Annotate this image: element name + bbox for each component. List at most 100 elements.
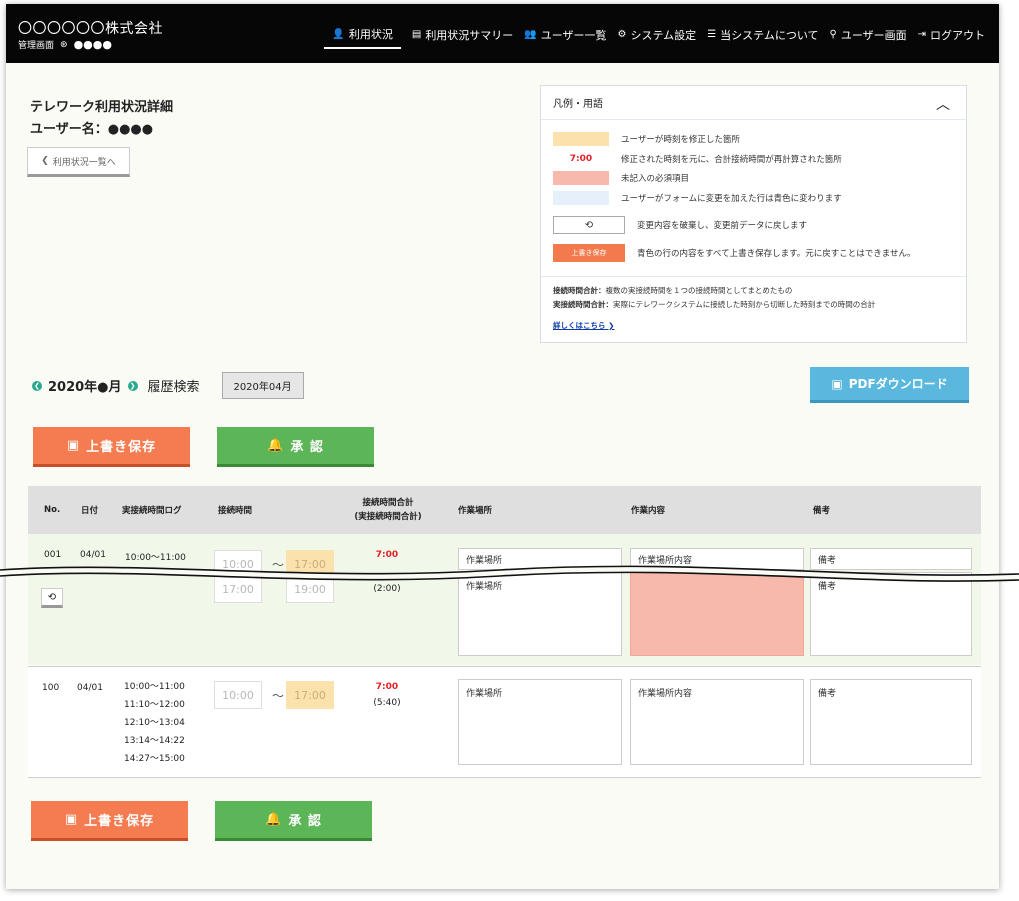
nav-logout-label: ログアウト <box>930 28 985 42</box>
chevron-up-icon[interactable]: ︿ <box>936 94 950 114</box>
user-circle-icon: ⊛ <box>60 39 68 50</box>
current-month: 2020年●月 <box>48 380 122 395</box>
place-input[interactable]: 作業場所 <box>458 572 622 656</box>
blue-swatch <box>553 191 609 205</box>
company-name: 〇〇〇〇〇〇株式会社 <box>18 21 163 37</box>
back-to-list-button[interactable]: ❮ 利用状況一覧へ <box>27 147 130 177</box>
usage-table: No. 日付 実接続時間ログ 接続時間 接続時間合計 (実接続時間合計) 作業場… <box>28 486 981 779</box>
yellow-swatch <box>553 132 609 146</box>
current-user: ●●●● <box>73 38 112 51</box>
nav-user-screen-label: ユーザー画面 <box>840 28 907 42</box>
nav-about-label: 当システムについて <box>720 28 819 42</box>
row-no: 001 <box>44 550 62 560</box>
main-nav: 👤 利用状況 ▤ 利用状況サマリー 👥 ユーザー一覧 ⚙ システム設定 ☰ 当システムにつ… <box>324 26 985 49</box>
pdf-download-button[interactable]: ▣ PDFダウンロード <box>810 367 969 403</box>
start-time-input-2[interactable]: 17:00 <box>214 575 262 603</box>
save-button-top[interactable]: ▣ 上書き保存 <box>33 427 190 467</box>
red-swatch <box>553 171 609 185</box>
undo-icon: ⟲ <box>553 216 625 234</box>
top-navbar: 〇〇〇〇〇〇株式会社 管理画面 ⊛ ●●●● 👤 利用状況 ▤ 利用状況サマリー 👥… <box>6 4 999 63</box>
table-row: 100 04/01 10:00〜11:00 11:10〜12:00 12:10〜… <box>28 666 981 778</box>
calendar-icon: ▤ <box>411 29 422 40</box>
user-name-line: ユーザー名：●●●● <box>30 122 154 137</box>
note-input[interactable]: 備考 <box>810 679 972 765</box>
month-select[interactable]: 2020年04月 <box>221 372 304 399</box>
nav-logout[interactable]: ⇥ ログアウト <box>918 26 985 49</box>
approve-label: 承 認 <box>288 814 322 829</box>
row-date: 04/01 <box>77 683 103 693</box>
legend-note-real-total: 実接続時間合計：実際にテレワークシステムに接続した時刻から切断した時刻までの時間… <box>553 299 875 310</box>
approve-button-top[interactable]: 🔔 承 認 <box>217 427 374 467</box>
legend-header[interactable]: 凡例・用語 ︿ <box>541 86 966 120</box>
save-icon: ▣ <box>66 438 81 453</box>
nav-about[interactable]: ☰ 当システムについて <box>707 26 818 49</box>
legend-item-modified: ユーザーが時刻を修正した箇所 <box>553 132 740 146</box>
approve-button-bottom[interactable]: 🔔 承 認 <box>215 801 372 841</box>
log-entry: 10:00〜11:00 <box>124 682 185 692</box>
real-total-value: (5:40) <box>373 698 401 708</box>
user-chart-icon: 👤 <box>332 28 345 40</box>
table-row: 001 04/01 10:00〜11:00 10:00 〜 17:00 17:0… <box>28 534 981 665</box>
nav-user-screen[interactable]: ⚲ ユーザー画面 <box>830 26 907 49</box>
content-input[interactable]: 作業場所内容 <box>630 548 804 570</box>
back-label: 利用状況一覧へ <box>52 157 116 168</box>
end-time-input[interactable]: 17:00 <box>286 681 334 709</box>
legend-text: ユーザーが時刻を修正した箇所 <box>621 135 740 145</box>
red-time-swatch: 7:00 <box>569 154 593 164</box>
note-input[interactable]: 備考 <box>810 572 972 656</box>
start-time-input[interactable]: 10:00 <box>214 681 262 709</box>
total-time: 7:00 (5:40) <box>357 679 417 711</box>
content-input-required[interactable] <box>630 572 804 656</box>
gear-icon: ⚙ <box>617 29 627 40</box>
log-entry: 13:14〜14:22 <box>124 736 185 746</box>
pdf-label: PDFダウンロード <box>848 377 948 391</box>
nav-users-label: ユーザー一覧 <box>540 28 607 42</box>
history-search-label: 履歴検索 <box>147 380 200 395</box>
nav-settings-label: システム設定 <box>630 28 697 42</box>
note-text: 実際にテレワークシステムに接続した時刻から切断した時刻までの時間の合計 <box>613 300 876 309</box>
content-input[interactable]: 作業場所内容 <box>630 679 804 765</box>
legend-text: 青色の行の内容をすべて上書き保存します。元に戻すことはできません。 <box>637 249 916 259</box>
undo-icon[interactable]: ⟲ <box>41 588 63 608</box>
th-no: No. <box>44 505 61 515</box>
log-entry: 11:10〜12:00 <box>124 700 185 710</box>
details-link[interactable]: 詳しくはこちら ❯ <box>553 320 614 331</box>
place-input[interactable]: 作業場所 <box>458 679 622 765</box>
legend-text: 未記入の必須項目 <box>621 174 690 184</box>
nav-settings[interactable]: ⚙ システム設定 <box>618 26 697 49</box>
bell-icon: 🔔 <box>267 438 285 453</box>
screen-label: 管理画面 <box>18 41 55 51</box>
save-sample-button: 上書き保存 <box>553 244 625 262</box>
nav-summary[interactable]: ▤ 利用状況サマリー <box>412 26 513 49</box>
save-label: 上書き保存 <box>84 814 155 829</box>
log-entry: 12:10〜13:04 <box>124 718 185 728</box>
brand-sub: 管理画面 ⊛ ●●●● <box>18 38 112 51</box>
save-button-bottom[interactable]: ▣ 上書き保存 <box>31 801 188 841</box>
nav-summary-label: 利用状況サマリー <box>425 28 514 42</box>
logout-icon: ⇥ <box>917 29 926 40</box>
approve-label: 承 認 <box>290 440 324 455</box>
app-frame: 〇〇〇〇〇〇株式会社 管理画面 ⊛ ●●●● 👤 利用状況 ▤ 利用状況サマリー 👥… <box>6 4 999 889</box>
note-input[interactable]: 備考 <box>810 548 972 570</box>
prev-month-icon[interactable]: ❮ <box>32 380 42 391</box>
th-log: 実接続時間ログ <box>122 506 182 516</box>
legend-text: 変更内容を破棄し、変更前データに戻します <box>637 221 808 231</box>
row-no: 100 <box>42 683 60 693</box>
row-logs: 10:00〜11:00 11:10〜12:00 12:10〜13:04 13:1… <box>124 678 185 768</box>
month-navigation: ❮ 2020年●月 ❯ 履歴検索 2020年04月 <box>32 372 304 399</box>
nav-usage[interactable]: 👤 利用状況 <box>324 26 401 49</box>
th-total: 接続時間合計 (実接続時間合計) <box>354 498 422 522</box>
end-time-input[interactable]: 17:00 <box>286 550 334 578</box>
tilde: 〜 <box>272 689 285 703</box>
start-time-input[interactable]: 10:00 <box>214 550 262 578</box>
place-input[interactable]: 作業場所 <box>458 548 622 570</box>
total-time-value: 7:00 <box>375 550 399 560</box>
row-log: 10:00〜11:00 <box>125 553 186 563</box>
legend-text: ユーザーがフォームに変更を加えた行は青色に変わります <box>621 194 842 204</box>
th-time: 接続時間 <box>218 506 253 516</box>
end-time-input-2[interactable]: 19:00 <box>286 575 334 603</box>
nav-users[interactable]: 👥 ユーザー一覧 <box>524 26 606 49</box>
nav-usage-label: 利用状況 <box>348 28 393 41</box>
next-month-icon[interactable]: ❯ <box>127 380 138 391</box>
legend-title: 凡例・用語 <box>553 99 603 110</box>
